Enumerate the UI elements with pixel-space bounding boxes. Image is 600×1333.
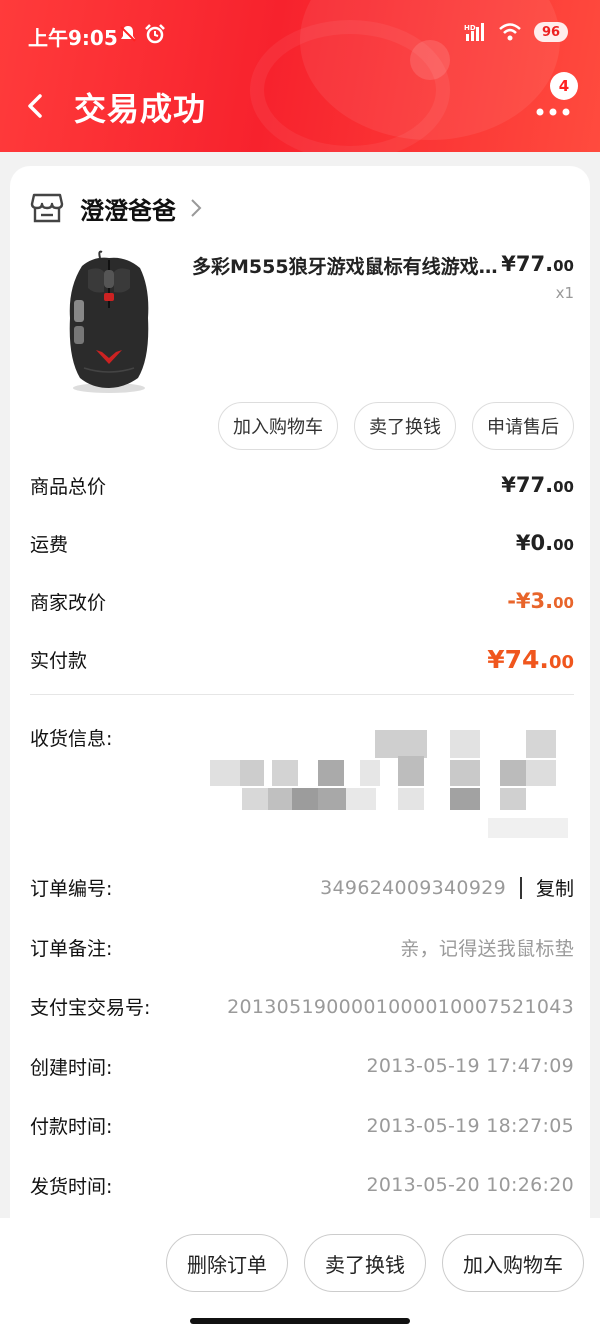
nav-bar: 交易成功 4 <box>0 72 600 132</box>
paid-amount-row: 实付款 ¥74.00 <box>30 630 574 688</box>
paid-time-value: 2013-05-19 18:27:05 <box>366 1114 574 1137</box>
discount-row: 商家改价 -¥3.00 <box>30 572 574 630</box>
alipay-number-label: 支付宝交易号: <box>30 997 151 1020</box>
product-price: ¥77.00 <box>501 252 574 276</box>
items-total-label: 商品总价 <box>30 475 107 498</box>
product-title[interactable]: 多彩M555狼牙游戏鼠标有线游戏鼠标 <box>192 252 502 279</box>
separator <box>519 876 522 899</box>
shipping-fee-value: ¥0.00 <box>515 531 574 555</box>
discount-value: -¥3.00 <box>507 589 574 613</box>
shipped-time-label: 发货时间: <box>30 1175 113 1198</box>
header: 上午9:05 HD 96 交易成功 4 <box>0 0 600 152</box>
items-total-value: ¥77.00 <box>501 473 574 497</box>
order-number-value: 349624009340929 <box>320 876 506 899</box>
bottom-resell-button[interactable]: 卖了换钱 <box>304 1234 426 1292</box>
created-time-label: 创建时间: <box>30 1056 113 1079</box>
status-bar: 上午9:05 HD 96 <box>0 18 600 54</box>
paid-time-row: 付款时间: 2013-05-19 18:27:05 <box>30 1096 574 1156</box>
bottom-add-to-cart-button[interactable]: 加入购物车 <box>442 1234 584 1292</box>
shipping-info-label: 收货信息: <box>30 728 113 750</box>
order-number-label: 订单编号: <box>30 878 113 901</box>
store-icon <box>30 193 64 223</box>
order-number-row: 订单编号: 349624009340929 复制 <box>30 858 574 918</box>
shop-name: 澄澄爸爸 <box>80 196 176 225</box>
order-note-value: 亲，记得送我鼠标垫 <box>400 937 574 960</box>
paid-amount-label: 实付款 <box>30 649 88 672</box>
divider <box>30 694 574 695</box>
product-quantity: x1 <box>555 284 574 302</box>
after-sale-button[interactable]: 申请售后 <box>472 402 574 450</box>
order-note-label: 订单备注: <box>30 937 113 960</box>
copy-button[interactable]: 复制 <box>536 874 574 901</box>
home-indicator[interactable] <box>190 1318 410 1324</box>
notification-off-icon <box>120 26 136 42</box>
shop-link[interactable]: 澄澄爸爸 <box>30 188 202 228</box>
resell-button[interactable]: 卖了换钱 <box>354 402 456 450</box>
price-summary: 商品总价 ¥77.00 运费 ¥0.00 商家改价 -¥3.00 实付款 ¥74… <box>30 456 574 688</box>
paid-time-label: 付款时间: <box>30 1116 113 1139</box>
bottom-action-bar: 删除订单 卖了换钱 加入购物车 <box>0 1218 600 1333</box>
order-info: 订单编号: 349624009340929 复制 订单备注: 亲，记得送我鼠标垫… <box>30 858 574 1215</box>
alarm-icon <box>145 24 165 44</box>
discount-label: 商家改价 <box>30 591 107 614</box>
wifi-icon <box>499 23 521 41</box>
shipping-fee-label: 运费 <box>30 533 69 556</box>
page-title: 交易成功 <box>74 90 207 128</box>
items-total-row: 商品总价 ¥77.00 <box>30 456 574 514</box>
created-time-row: 创建时间: 2013-05-19 17:47:09 <box>30 1037 574 1097</box>
signal-icon: HD <box>464 23 484 41</box>
shipping-fee-row: 运费 ¥0.00 <box>30 514 574 572</box>
status-time: 上午9:05 <box>28 26 118 50</box>
chevron-right-icon <box>191 199 202 217</box>
shipping-info-redacted <box>200 726 570 846</box>
add-to-cart-button[interactable]: 加入购物车 <box>218 402 338 450</box>
battery-icon: 96 <box>534 22 568 42</box>
paid-amount-value: ¥74.00 <box>487 644 574 674</box>
created-time-value: 2013-05-19 17:47:09 <box>366 1055 574 1078</box>
alipay-number-value: 2013051900001000010007521043 <box>227 995 574 1018</box>
back-icon[interactable] <box>24 90 48 122</box>
delete-order-button[interactable]: 删除订单 <box>166 1234 288 1292</box>
message-badge: 4 <box>550 72 578 100</box>
order-card: 澄澄爸爸 多彩M555狼牙游戏鼠标有线游戏鼠标 ¥77.00 x1 加入购物车 … <box>10 166 590 1226</box>
svg-text:HD: HD <box>464 24 476 32</box>
product-action-row: 加入购物车 卖了换钱 申请售后 <box>218 402 574 450</box>
alipay-number-row: 支付宝交易号: 2013051900001000010007521043 <box>30 977 574 1037</box>
shipped-time-value: 2013-05-20 10:26:20 <box>366 1174 574 1197</box>
product-image[interactable] <box>54 248 164 396</box>
shipped-time-row: 发货时间: 2013-05-20 10:26:20 <box>30 1156 574 1216</box>
order-note-row: 订单备注: 亲，记得送我鼠标垫 <box>30 918 574 978</box>
